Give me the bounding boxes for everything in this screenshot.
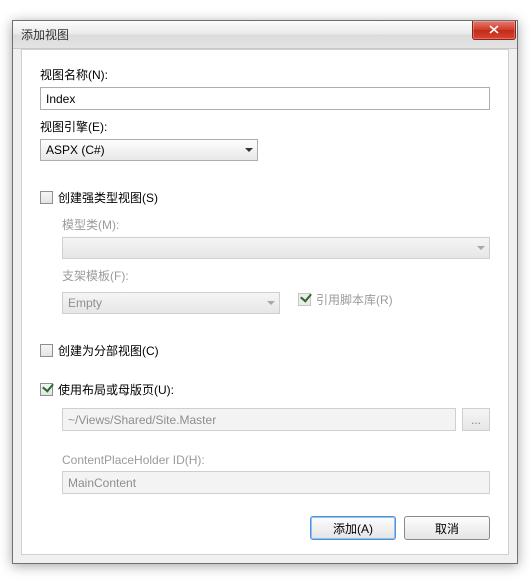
view-engine-combo[interactable]: ASPX (C#) (40, 139, 258, 161)
scaffold-combo: Empty (62, 292, 280, 314)
browse-button[interactable]: ... (462, 408, 490, 431)
partial-view-checkbox[interactable] (40, 344, 53, 357)
view-name-label: 视图名称(N): (40, 66, 490, 83)
add-view-dialog: 添加视图 视图名称(N): 视图引擎(E): ASPX (C#) 创建强类型视图… (12, 20, 518, 564)
chevron-down-icon (263, 293, 279, 313)
model-class-combo (62, 237, 490, 259)
model-class-label: 模型类(M): (62, 216, 490, 233)
cph-label: ContentPlaceHolder ID(H): (62, 453, 490, 467)
dialog-title: 添加视图 (21, 26, 69, 43)
scaffold-label: 支架模板(F): (62, 267, 280, 284)
browse-label: ... (471, 413, 481, 427)
view-engine-label: 视图引擎(E): (40, 118, 490, 135)
view-name-input[interactable] (40, 87, 490, 110)
ref-scripts-label: 引用脚本库(R) (316, 291, 393, 308)
strong-type-label: 创建强类型视图(S) (58, 189, 158, 206)
ref-scripts-checkbox (298, 293, 311, 306)
dialog-body: 视图名称(N): 视图引擎(E): ASPX (C#) 创建强类型视图(S) 模… (21, 49, 509, 555)
partial-view-label: 创建为分部视图(C) (58, 342, 159, 359)
use-layout-label: 使用布局或母版页(U): (58, 381, 174, 398)
titlebar: 添加视图 (13, 21, 517, 49)
chevron-down-icon (473, 238, 489, 258)
strong-type-checkbox[interactable] (40, 191, 53, 204)
use-layout-checkbox[interactable] (40, 383, 53, 396)
chevron-down-icon (241, 140, 257, 160)
cph-input (62, 471, 490, 494)
view-engine-value: ASPX (C#) (46, 143, 105, 157)
layout-path-input (62, 408, 456, 431)
close-icon (489, 25, 499, 34)
scaffold-value: Empty (68, 296, 102, 310)
close-button[interactable] (472, 21, 516, 40)
add-button[interactable]: 添加(A) (310, 516, 396, 540)
cancel-button[interactable]: 取消 (404, 516, 490, 540)
